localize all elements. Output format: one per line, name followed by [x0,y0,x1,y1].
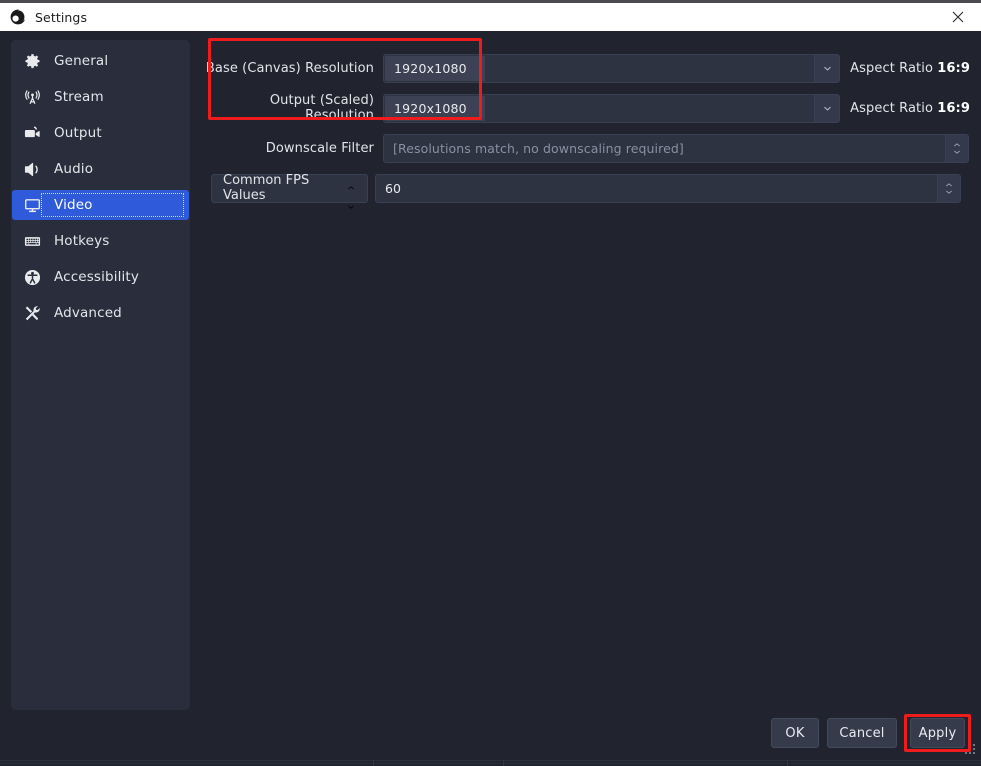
sidebar-item-label: Audio [54,161,94,177]
cancel-button[interactable]: Cancel [827,718,897,748]
base-aspect-ratio: Aspect Ratio 16:9 [850,61,970,76]
resize-grip[interactable] [965,744,977,756]
chevron-down-icon[interactable] [814,54,840,82]
base-resolution-input[interactable]: 1920x1080 [385,55,485,81]
aspect-prefix: Aspect Ratio [850,60,934,76]
broadcast-icon [23,88,41,106]
fps-row: Common FPS Values 60 [198,173,970,209]
settings-nav-sidebar: General Stream Output Audio Video Hotkey… [11,40,190,710]
sidebar-item-label: Stream [54,89,104,105]
downscale-filter-combobox[interactable]: [Resolutions match, no downscaling requi… [383,133,969,163]
base-resolution-label: Base (Canvas) Resolution [205,60,374,76]
output-resolution-label: Output (Scaled) Resolution [269,93,374,123]
dialog-body: General Stream Output Audio Video Hotkey… [0,31,981,760]
obs-logo-icon [10,9,27,25]
sidebar-item-hotkeys[interactable]: Hotkeys [12,226,189,256]
fps-value-combobox[interactable]: 60 [375,173,961,203]
settings-window: Settings General Stream Output Audio Vid… [0,0,981,766]
monitor-icon [23,196,41,214]
base-resolution-row: Base (Canvas) Resolution 1920x1080 Aspec… [198,53,970,83]
aspect-value: 16:9 [937,60,970,76]
speaker-icon [23,160,41,178]
sidebar-item-label: Accessibility [54,269,140,285]
fps-mode-label: Common FPS Values [223,173,310,203]
sidebar-item-audio[interactable]: Audio [12,154,189,184]
base-resolution-combobox[interactable]: 1920x1080 [383,53,841,83]
background-panel-seam-2 [503,760,504,766]
apply-button[interactable]: Apply [910,718,965,748]
close-icon[interactable] [935,3,981,31]
sidebar-item-accessibility[interactable]: Accessibility [12,262,189,292]
chevron-down-icon[interactable] [814,94,840,122]
aspect-value: 16:9 [937,100,970,116]
ok-button[interactable]: OK [771,718,819,748]
updown-spinner-icon[interactable] [937,174,960,202]
downscale-filter-label: Downscale Filter [265,140,374,156]
title-bar: Settings [0,3,981,31]
sidebar-item-output[interactable]: Output [12,118,189,148]
sidebar-item-label: Hotkeys [54,233,110,249]
gear-icon [23,52,41,70]
fps-mode-combobox[interactable]: Common FPS Values [211,173,368,209]
combobox-filler [485,55,814,82]
sidebar-item-label: Output [54,125,102,141]
video-camera-icon [23,124,41,142]
background-divider-2 [0,763,981,764]
background-divider [0,760,981,761]
sidebar-item-label: Advanced [54,305,122,321]
output-resolution-input[interactable]: 1920x1080 [385,95,485,121]
background-panel-seam-3 [787,760,788,766]
sidebar-item-label: General [54,53,109,69]
aspect-prefix: Aspect Ratio [850,100,934,116]
output-aspect-ratio: Aspect Ratio 16:9 [850,101,970,116]
sidebar-item-advanced[interactable]: Advanced [12,298,189,328]
fps-value[interactable]: 60 [376,175,937,202]
output-resolution-row: Output (Scaled) Resolution 1920x1080 Asp… [198,93,970,123]
tools-icon [23,304,41,322]
sidebar-item-general[interactable]: General [12,46,189,76]
keyboard-icon [23,232,41,250]
sidebar-item-label: Video [54,197,93,213]
updown-spinner-icon[interactable] [945,134,968,162]
combobox-filler [485,95,814,122]
background-panel-seam [373,760,374,766]
updown-spinner-icon[interactable] [347,175,367,209]
sidebar-item-stream[interactable]: Stream [12,82,189,112]
window-title: Settings [35,9,88,25]
output-resolution-combobox[interactable]: 1920x1080 [383,93,841,123]
sidebar-item-video[interactable]: Video [12,190,189,220]
accessibility-icon [23,268,41,286]
downscale-filter-value: [Resolutions match, no downscaling requi… [393,140,684,156]
downscale-filter-row: Downscale Filter [Resolutions match, no … [198,133,970,163]
video-settings-panel: Base (Canvas) Resolution 1920x1080 Aspec… [198,40,970,710]
